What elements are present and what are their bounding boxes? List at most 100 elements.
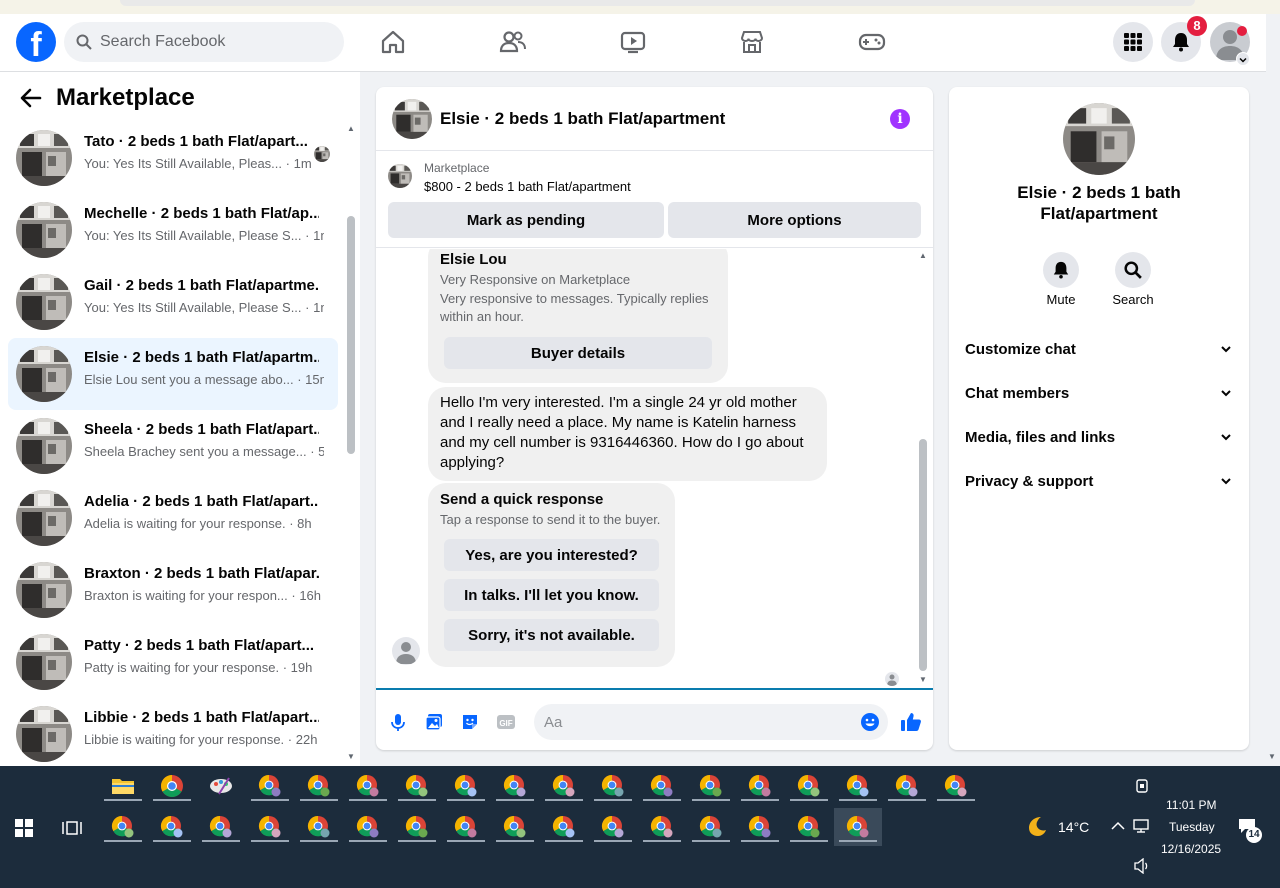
- page-scroll-down-arrow[interactable]: ▼: [1268, 752, 1276, 761]
- thumbs-up-icon[interactable]: [900, 711, 922, 733]
- chrome-profile-icon[interactable]: [552, 774, 576, 798]
- quick-response-yes[interactable]: Yes, are you interested?: [444, 539, 659, 571]
- quick-response-in-talks[interactable]: In talks. I'll let you know.: [444, 579, 659, 611]
- listing-profile-image[interactable]: [1063, 103, 1135, 175]
- search-action[interactable]: Search: [1103, 252, 1163, 307]
- chrome-profile-icon[interactable]: [307, 774, 331, 798]
- chrome-profile-icon[interactable]: [209, 815, 233, 839]
- chrome-profile-icon[interactable]: [503, 815, 527, 839]
- buyer-details-button[interactable]: Buyer details: [444, 337, 712, 369]
- chrome-profile-icon[interactable]: [699, 774, 723, 798]
- chat-members-section[interactable]: Chat members: [965, 373, 1233, 413]
- weather-temperature[interactable]: 14°C: [1058, 819, 1089, 835]
- chat-scroll-down-arrow[interactable]: ▼: [919, 675, 927, 684]
- scroll-down-arrow[interactable]: ▼: [347, 752, 355, 761]
- file-explorer-app[interactable]: [111, 774, 135, 798]
- message-input[interactable]: [534, 704, 888, 740]
- meet-now-icon[interactable]: [1134, 778, 1150, 794]
- paint-app[interactable]: [209, 774, 233, 798]
- media-files-links-section[interactable]: Media, files and links: [965, 417, 1233, 457]
- conversation-item[interactable]: Gail · 2 beds 1 bath Flat/apartme... You:…: [8, 266, 338, 338]
- chrome-profile-icon[interactable]: [944, 774, 968, 798]
- back-arrow-icon[interactable]: [20, 88, 42, 108]
- home-icon[interactable]: [379, 28, 407, 56]
- listing-small-thumbnail[interactable]: [388, 164, 412, 188]
- info-icon[interactable]: i: [890, 109, 910, 129]
- conversation-item[interactable]: Patty · 2 beds 1 bath Flat/apart... Patty…: [8, 626, 338, 698]
- gif-icon[interactable]: GIF: [496, 712, 516, 732]
- sidebar-scrollbar[interactable]: [347, 216, 355, 454]
- conversation-item[interactable]: Mechelle · 2 beds 1 bath Flat/ap... You: …: [8, 194, 338, 266]
- chrome-profile-icon[interactable]: [601, 774, 625, 798]
- clock-date[interactable]: 12/16/2025: [1161, 842, 1221, 856]
- task-view-icon[interactable]: [62, 818, 82, 838]
- chat-scrollbar[interactable]: [919, 439, 927, 671]
- chrome-profile-icon[interactable]: [307, 815, 331, 839]
- privacy-support-section[interactable]: Privacy & support: [965, 461, 1233, 501]
- customize-chat-section[interactable]: Customize chat: [965, 329, 1233, 369]
- menu-grid-button[interactable]: [1113, 22, 1153, 62]
- search-input[interactable]: [100, 33, 320, 51]
- chrome-profile-icon[interactable]: [160, 815, 184, 839]
- chrome-profile-icon[interactable]: [650, 774, 674, 798]
- friends-icon[interactable]: [499, 28, 527, 56]
- conversation-item[interactable]: Braxton · 2 beds 1 bath Flat/apar... Brax…: [8, 554, 338, 626]
- conversation-item[interactable]: Elsie · 2 beds 1 bath Flat/apartm... Elsi…: [8, 338, 338, 410]
- microphone-icon[interactable]: [388, 712, 408, 732]
- scroll-up-arrow[interactable]: ▲: [347, 124, 355, 133]
- quick-response-not-available[interactable]: Sorry, it's not available.: [444, 619, 659, 651]
- chrome-profile-icon[interactable]: [846, 774, 870, 798]
- sender-avatar[interactable]: [392, 637, 420, 665]
- video-icon[interactable]: [619, 28, 647, 56]
- chrome-profile-icon[interactable]: [454, 815, 478, 839]
- clock-day[interactable]: Tuesday: [1169, 820, 1215, 834]
- windows-start-icon[interactable]: [15, 819, 33, 837]
- chat-title[interactable]: Elsie · 2 beds 1 bath Flat/apartment: [440, 109, 725, 129]
- photo-icon[interactable]: [424, 712, 444, 732]
- conversation-item[interactable]: Libbie · 2 beds 1 bath Flat/apart... Libb…: [8, 698, 338, 770]
- clock-time[interactable]: 11:01 PM: [1166, 798, 1216, 812]
- chrome-profile-icon[interactable]: [454, 774, 478, 798]
- conversation-item[interactable]: Adelia · 2 beds 1 bath Flat/apart... Adel…: [8, 482, 338, 554]
- mute-action[interactable]: Mute: [1031, 252, 1091, 307]
- chrome-profile-icon[interactable]: [846, 815, 870, 839]
- chevron-up-icon[interactable]: [1111, 821, 1125, 831]
- emoji-icon[interactable]: [860, 712, 880, 732]
- chrome-profile-icon[interactable]: [258, 815, 282, 839]
- facebook-logo[interactable]: f: [16, 22, 56, 62]
- conversation-item[interactable]: Sheela · 2 beds 1 bath Flat/apart... Shee…: [8, 410, 338, 482]
- chrome-profile-icon[interactable]: [797, 774, 821, 798]
- weather-moon-icon[interactable]: [1026, 815, 1048, 837]
- chrome-profile-icon[interactable]: [748, 774, 772, 798]
- chrome-profile-icon[interactable]: [356, 774, 380, 798]
- chrome-profile-icon[interactable]: [503, 774, 527, 798]
- chat-scroll-up-arrow[interactable]: ▲: [919, 251, 927, 260]
- paint-app-icon: [210, 777, 232, 795]
- chrome-profile-icon[interactable]: [895, 774, 919, 798]
- gaming-icon[interactable]: [858, 28, 886, 56]
- chrome-profile-icon[interactable]: [405, 815, 429, 839]
- chrome-profile-icon[interactable]: [405, 774, 429, 798]
- chrome-app[interactable]: [160, 774, 184, 798]
- conversation-item[interactable]: Tato · 2 beds 1 bath Flat/apart... You: Y…: [8, 122, 338, 194]
- notifications-button[interactable]: 8: [1161, 16, 1207, 62]
- account-menu-chevron[interactable]: [1236, 52, 1250, 66]
- chrome-profile-icon[interactable]: [748, 815, 772, 839]
- chrome-profile-icon[interactable]: [552, 815, 576, 839]
- chrome-profile-icon[interactable]: [699, 815, 723, 839]
- chrome-profile-icon[interactable]: [111, 815, 135, 839]
- chrome-profile-icon[interactable]: [258, 774, 282, 798]
- search-box[interactable]: [64, 22, 344, 62]
- chrome-profile-icon[interactable]: [601, 815, 625, 839]
- chrome-profile-icon[interactable]: [650, 815, 674, 839]
- mark-as-pending-button[interactable]: Mark as pending: [388, 202, 664, 238]
- listing-summary[interactable]: $800 - 2 beds 1 bath Flat/apartment: [424, 179, 631, 194]
- chrome-profile-icon[interactable]: [797, 815, 821, 839]
- sticker-icon[interactable]: [460, 712, 480, 732]
- more-options-button[interactable]: More options: [668, 202, 921, 238]
- chrome-profile-icon[interactable]: [356, 815, 380, 839]
- volume-icon[interactable]: [1133, 858, 1151, 874]
- network-icon[interactable]: [1133, 819, 1151, 835]
- listing-thumbnail[interactable]: [392, 99, 432, 139]
- marketplace-icon[interactable]: [738, 28, 766, 56]
